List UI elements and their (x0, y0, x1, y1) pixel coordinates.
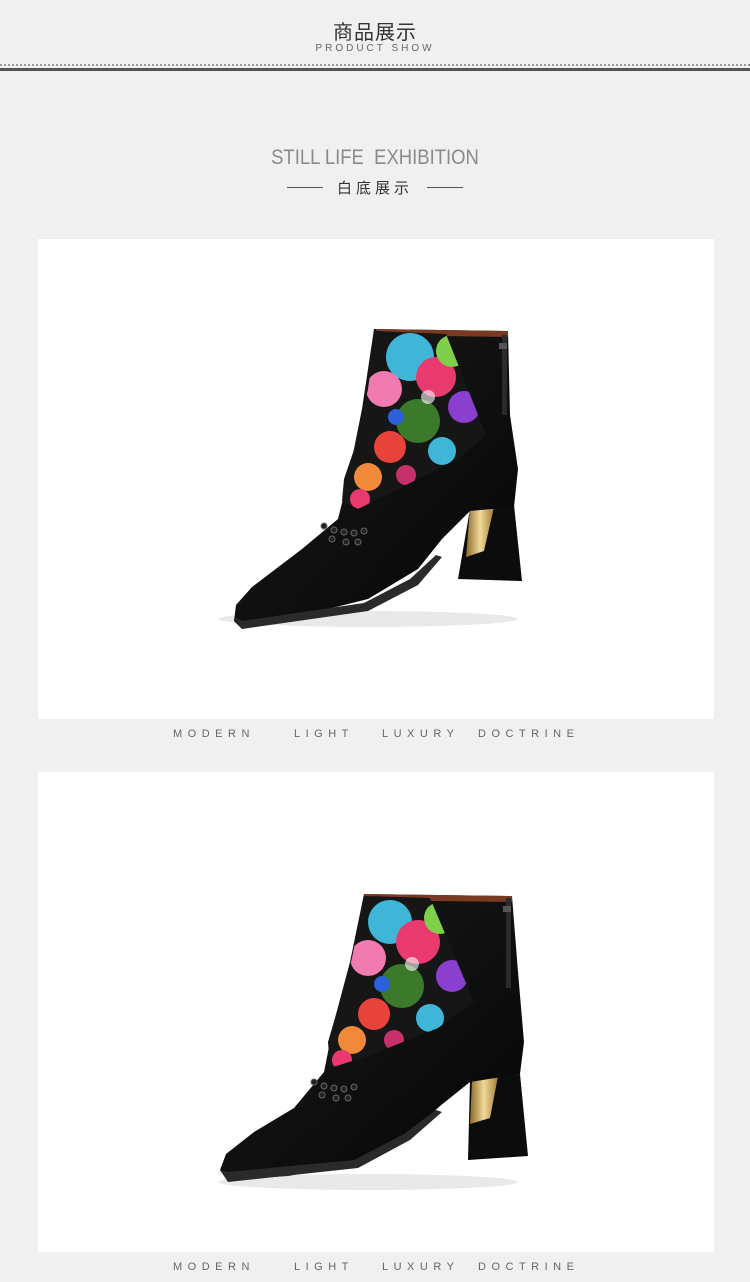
subtitle-right-dash (427, 186, 463, 188)
section-subtitle-row: 白底展示 (0, 177, 750, 197)
header-solid-divider (0, 68, 750, 71)
caption-word: LIGHT (294, 728, 354, 740)
page-title: 商品展示 (333, 20, 417, 44)
page-subtitle: PRODUCT SHOW (315, 43, 435, 54)
caption-word: LUXURY (382, 1261, 460, 1273)
caption-word: LUXURY (382, 728, 460, 740)
subtitle-left-dash (286, 186, 323, 188)
boot-image-side-view (218, 329, 522, 629)
caption-word: MODERN (173, 728, 255, 740)
product-caption-1: MODERN LIGHT LUXURY DOCTRINE (0, 728, 750, 742)
product-image-card-1[interactable] (38, 239, 714, 719)
caption-word: DOCTRINE (478, 728, 580, 740)
boot-image-front-angle-view (218, 894, 528, 1190)
product-image-card-2[interactable] (38, 772, 714, 1252)
header-dotted-divider (0, 64, 750, 66)
page-header: 商品展示 PRODUCT SHOW (0, 0, 750, 74)
section-title: STILL LIFE EXHIBITION (271, 146, 479, 169)
caption-word: LIGHT (294, 1261, 354, 1273)
section-subtitle: 白底展示 (336, 178, 413, 197)
product-caption-2: MODERN LIGHT LUXURY DOCTRINE (0, 1261, 750, 1275)
caption-word: DOCTRINE (478, 1261, 580, 1273)
caption-word: MODERN (173, 1261, 255, 1273)
